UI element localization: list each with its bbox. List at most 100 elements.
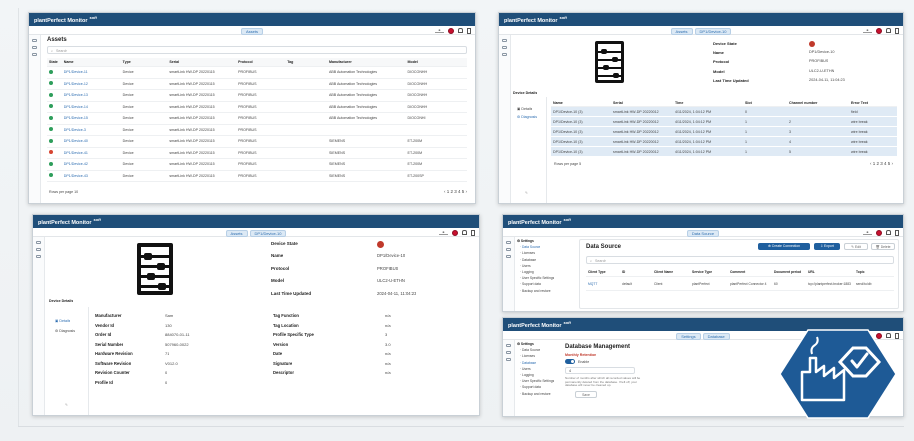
column-header[interactable]: Document period [772,270,806,274]
column-header[interactable]: Name [62,60,121,64]
column-header[interactable]: Topic [854,270,894,274]
breadcrumb-device[interactable]: DP1/Device-10 [249,229,287,237]
menu-icon[interactable] [506,241,511,244]
breadcrumb-assets[interactable]: Assets [670,27,693,35]
assets-icon[interactable] [36,248,41,251]
gear-icon[interactable] [506,358,511,361]
table-row[interactable]: DP1/Device-10 (3) smartLink HW-DP 2022001… [551,127,897,137]
settings-nav-item[interactable]: · Logging [520,373,534,377]
menu-icon[interactable] [506,344,511,347]
create-connection-button[interactable]: ⊕ Create Connection [758,243,810,250]
menu-icon[interactable] [32,39,37,42]
pagination[interactable]: ‹ 1 2 3 4 5 › [444,189,467,194]
user-icon[interactable]: ☻ [435,28,444,33]
edit-button[interactable]: ✎ Edit [844,243,868,250]
assets-icon[interactable] [506,248,511,251]
settings-nav-item[interactable]: · Logging [520,270,534,274]
column-header[interactable]: Error Text [849,101,897,105]
table-row[interactable]: MQTT default Client plantPerfect plantPerfec… [586,277,894,291]
column-header[interactable]: Channel number [787,101,849,105]
flag-icon[interactable] [876,27,882,34]
logout-icon[interactable] [467,27,471,34]
table-cell[interactable]: DP1/Device-43 [62,174,121,178]
export-button[interactable]: ⇩ Export [814,243,840,250]
user-icon[interactable]: ☻ [439,230,448,235]
breadcrumb-database[interactable]: Database [702,332,730,340]
settings-nav-item[interactable]: · Database [520,258,536,262]
settings-nav-item[interactable]: ⚙ Settings [517,239,534,243]
search-input[interactable]: ⌕ Search [47,46,467,54]
column-header[interactable]: Client Name [652,270,690,274]
gear-icon[interactable] [506,255,511,258]
save-button[interactable]: Save [575,391,597,398]
edit-icon[interactable]: ✎ [65,403,68,407]
edit-icon[interactable]: ✎ [525,191,528,195]
bell-icon[interactable] [886,28,891,33]
column-header[interactable]: Time [673,101,743,105]
nav-diagnosis[interactable]: ⚙ Diagnosis [517,115,537,119]
column-header[interactable]: Service Type [690,270,728,274]
settings-nav-item[interactable]: · Users [520,367,531,371]
column-header[interactable]: Name [551,101,611,105]
table-row[interactable]: DP1/Device-3 Device smartLink HW-DP 202201… [47,125,467,136]
breadcrumb-device[interactable]: DP1/Device-10 [694,27,732,35]
settings-nav-item[interactable]: · Support data [520,385,541,389]
table-row[interactable]: DP1/Device-13 Device smartLink HW-DP 20220… [47,90,467,102]
table-row[interactable]: DP1/Device-10 (3) smartLink HW-DP 2022001… [551,107,897,117]
settings-nav-item[interactable]: · Data Source [520,245,540,249]
column-header[interactable]: Model [406,60,467,64]
column-header[interactable]: Comment [728,270,772,274]
table-cell[interactable]: DP1/Device-40 [62,139,121,143]
column-header[interactable]: Type [121,60,168,64]
table-row[interactable]: DP1/Device-10 (3) smartLink HW-DP 2022001… [551,117,897,127]
column-header[interactable]: ID [620,270,652,274]
flag-icon[interactable] [876,229,882,236]
retention-toggle[interactable] [565,359,575,364]
table-cell[interactable]: DP1/Device-14 [62,105,121,109]
logout-icon[interactable] [895,27,899,34]
table-cell[interactable]: DP1/Device-3 [62,128,121,132]
table-cell[interactable]: DP1/Device-12 [62,82,121,86]
breadcrumb-assets[interactable]: Assets [240,27,263,35]
bell-icon[interactable] [458,28,463,33]
bell-icon[interactable] [886,230,891,235]
table-row[interactable]: DP1/Device-11 Device smartLink HW-DP 20220… [47,67,467,79]
nav-details[interactable]: ▣ Details [55,319,70,323]
column-header[interactable]: State [47,60,62,64]
settings-nav-item[interactable]: · Backup and restore [520,289,551,293]
settings-nav-item[interactable]: · User Specific Settings [520,276,554,280]
gear-icon[interactable] [36,255,41,258]
table-row[interactable]: DP1/Device-43 Device smartLink HW-DP 20220… [47,171,467,182]
column-header[interactable]: Serial [611,101,673,105]
table-cell[interactable]: DP1/Device-41 [62,151,121,155]
column-header[interactable]: Slot [743,101,787,105]
column-header[interactable]: Serial [167,60,236,64]
table-cell[interactable]: DP1/Device-42 [62,162,121,166]
column-header[interactable]: Tag [285,60,327,64]
settings-nav-item[interactable]: · Data Source [520,348,540,352]
column-header[interactable]: Protocol [236,60,285,64]
delete-button[interactable]: 🗑 Delete [871,243,895,250]
settings-nav-item[interactable]: · Licenses [520,251,535,255]
settings-nav-item[interactable]: · Backup and restore [520,392,551,396]
logout-icon[interactable] [471,229,475,236]
breadcrumb-datasource[interactable]: Data Source [686,229,720,237]
settings-nav-item[interactable]: ⚙ Settings [517,342,534,346]
breadcrumb-settings[interactable]: Settings [676,332,701,340]
column-header[interactable]: URL [806,270,854,274]
table-cell[interactable]: DP1/Device-15 [62,116,121,120]
menu-icon[interactable] [36,241,41,244]
settings-nav-item[interactable]: · Licenses [520,354,535,358]
search-input[interactable]: ⌕ Search [586,256,894,264]
months-input[interactable]: 4 [565,367,635,374]
user-icon[interactable]: ☻ [863,28,872,33]
table-row[interactable]: DP1/Device-42 Device smartLink HW-DP 20220… [47,159,467,171]
bell-icon[interactable] [462,230,467,235]
table-cell[interactable]: DP1/Device-11 [62,70,121,74]
logout-icon[interactable] [895,229,899,236]
table-row[interactable]: DP1/Device-14 Device smartLink HW-DP 20220… [47,102,467,113]
gear-icon[interactable] [502,53,507,56]
user-icon[interactable]: ☻ [863,230,872,235]
column-header[interactable]: Manufacturer [327,60,406,64]
table-row[interactable]: DP1/Device-15 Device smartLink HW-DP 20220… [47,113,467,125]
